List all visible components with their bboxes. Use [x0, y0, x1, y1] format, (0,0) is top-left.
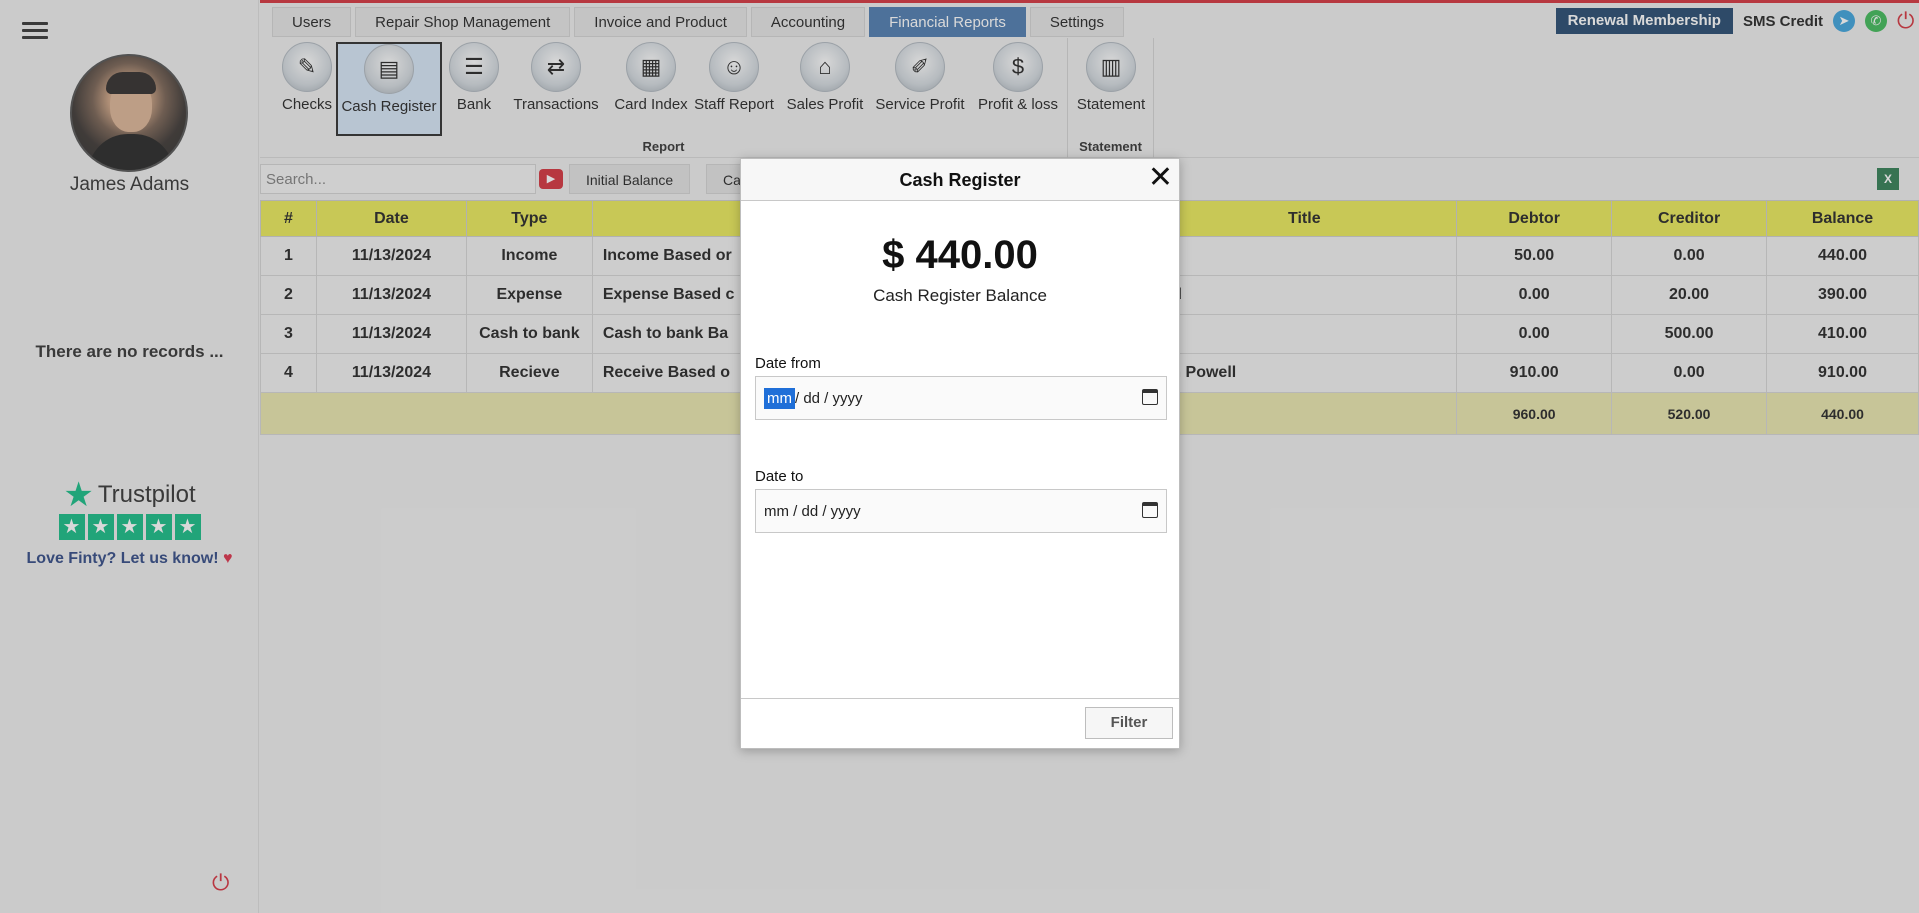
date-from-field[interactable]: mm / dd / yyyy — [755, 376, 1167, 420]
date-from-month-segment[interactable]: mm — [764, 387, 795, 409]
calendar-icon[interactable] — [1142, 389, 1158, 405]
close-icon[interactable]: ✕ — [1148, 163, 1173, 193]
date-from-label: Date from — [755, 355, 821, 372]
modal-header: Cash Register ✕ — [741, 159, 1179, 201]
date-to-label: Date to — [755, 468, 804, 485]
cash-register-balance-label: Cash Register Balance — [873, 286, 1047, 305]
filter-button[interactable]: Filter — [1085, 707, 1173, 739]
date-to-field[interactable]: mm / dd / yyyy — [755, 489, 1167, 533]
date-from-rest-segment[interactable]: / dd / yyyy — [795, 390, 863, 407]
date-to-segments[interactable]: mm / dd / yyyy — [764, 503, 861, 520]
modal-title: Cash Register — [899, 170, 1021, 190]
modal-footer: Filter — [741, 698, 1179, 748]
calendar-icon[interactable] — [1142, 502, 1158, 518]
app-root: James Adams There are no records ... ★ T… — [0, 0, 1919, 913]
cash-register-modal: Cash Register ✕ $ 440.00 Cash Register B… — [740, 158, 1180, 749]
cash-register-balance-amount: $ 440.00 — [882, 233, 1038, 277]
